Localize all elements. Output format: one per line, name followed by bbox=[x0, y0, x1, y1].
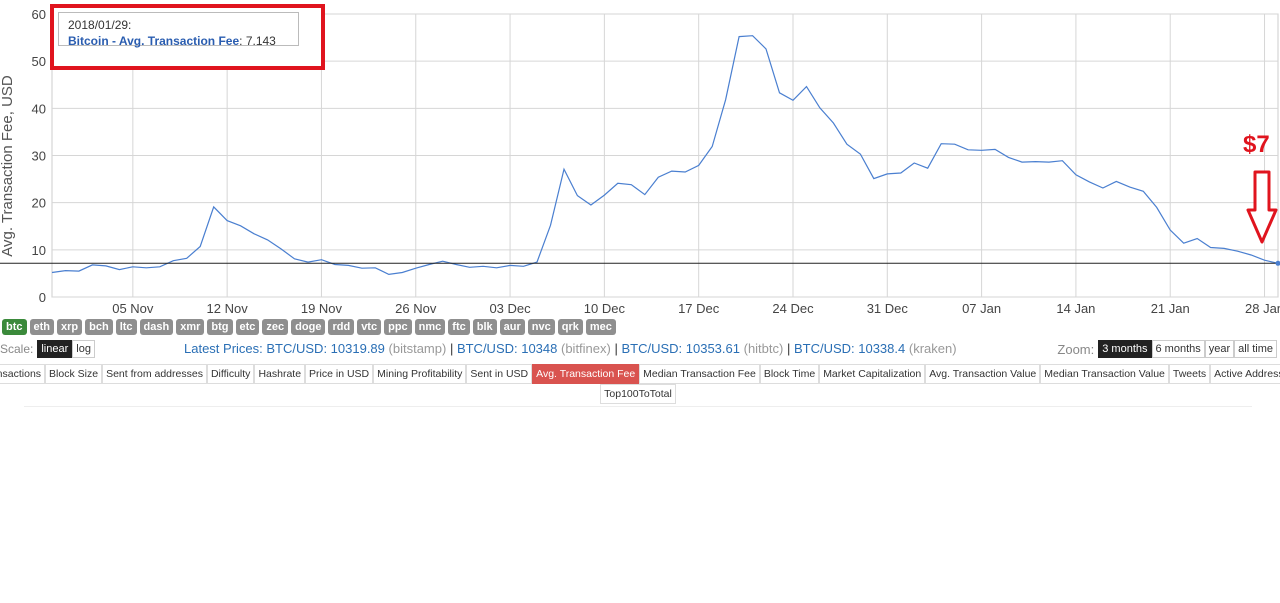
x-tick-label: 31 Dec bbox=[867, 301, 909, 316]
x-tick-label: 14 Jan bbox=[1056, 301, 1095, 316]
metric-tabs: TransactionsBlock SizeSent from addresse… bbox=[0, 364, 1280, 404]
coin-button-aur[interactable]: aur bbox=[499, 319, 525, 335]
coin-button-btg[interactable]: btg bbox=[207, 319, 233, 335]
coin-button-btc[interactable]: btc bbox=[2, 319, 27, 335]
zoom-selector: Zoom: 3 months 6 months year all time bbox=[1057, 340, 1277, 358]
metric-tab-difficulty[interactable]: Difficulty bbox=[206, 364, 255, 384]
coin-button-bch[interactable]: bch bbox=[85, 319, 113, 335]
coin-button-xrp[interactable]: xrp bbox=[57, 319, 83, 335]
metric-tab-median-transaction-value[interactable]: Median Transaction Value bbox=[1040, 364, 1169, 384]
zoom-label: Zoom: bbox=[1057, 341, 1095, 357]
zoom-3-months-button[interactable]: 3 months bbox=[1098, 340, 1152, 358]
metric-tab-avg-transaction-fee[interactable]: Avg. Transaction Fee bbox=[532, 364, 640, 384]
tooltip-colon: : bbox=[239, 34, 246, 48]
price-value[interactable]: BTC/USD: 10338.4 bbox=[794, 341, 905, 356]
tooltip-series-name: Bitcoin - Avg. Transaction Fee bbox=[68, 34, 240, 48]
coin-button-doge[interactable]: doge bbox=[291, 319, 326, 335]
price-annotation: $7 bbox=[1243, 131, 1270, 158]
coin-button-dash[interactable]: dash bbox=[139, 319, 174, 335]
tooltip-highlight-box: 2018/01/29: Bitcoin - Avg. Transaction F… bbox=[50, 4, 325, 70]
scale-label: Scale: bbox=[0, 342, 34, 356]
zoom-6-months-button[interactable]: 6 months bbox=[1151, 340, 1205, 358]
scale-linear-button[interactable]: linear bbox=[37, 340, 73, 358]
price-value[interactable]: BTC/USD: 10353.61 bbox=[621, 341, 740, 356]
price-separator: | bbox=[610, 341, 622, 356]
coin-button-rdd[interactable]: rdd bbox=[328, 319, 355, 335]
y-tick-label: 20 bbox=[32, 196, 46, 211]
zoom-year-button[interactable]: year bbox=[1204, 340, 1235, 358]
price-value[interactable]: BTC/USD: 10319.89 bbox=[266, 341, 385, 356]
coin-button-eth[interactable]: eth bbox=[29, 319, 54, 335]
metric-tab-transactions[interactable]: Transactions bbox=[0, 364, 46, 384]
tooltip-value: 7.143 bbox=[245, 34, 276, 48]
price-separator: | bbox=[446, 341, 457, 356]
coin-button-ppc[interactable]: ppc bbox=[384, 319, 412, 335]
metric-tab-block-time[interactable]: Block Time bbox=[759, 364, 820, 384]
metric-tab-avg-transaction-value[interactable]: Avg. Transaction Value bbox=[925, 364, 1041, 384]
latest-prices: Latest Prices: BTC/USD: 10319.89 (bitsta… bbox=[184, 341, 957, 356]
x-tick-label: 21 Jan bbox=[1151, 301, 1190, 316]
y-axis-label: Avg. Transaction Fee, USD bbox=[0, 75, 16, 257]
x-tick-label: 28 Jan bbox=[1245, 301, 1280, 316]
metric-tab-price-in-usd[interactable]: Price in USD bbox=[305, 364, 374, 384]
tooltip-date: 2018/01/29: bbox=[68, 18, 132, 32]
x-tick-label: 10 Dec bbox=[584, 301, 626, 316]
metric-tab-block-size[interactable]: Block Size bbox=[45, 364, 103, 384]
x-tick-label: 19 Nov bbox=[301, 301, 343, 316]
scale-selector: Scale: linear log bbox=[0, 340, 95, 358]
y-tick-label: 30 bbox=[32, 149, 46, 164]
y-tick-label: 0 bbox=[39, 290, 46, 305]
y-tick-label: 40 bbox=[32, 101, 46, 116]
metric-tab-mining-profitability[interactable]: Mining Profitability bbox=[373, 364, 467, 384]
metric-tab-market-capitalization[interactable]: Market Capitalization bbox=[819, 364, 926, 384]
x-tick-label: 12 Nov bbox=[207, 301, 249, 316]
coin-button-ftc[interactable]: ftc bbox=[448, 319, 470, 335]
y-tick-label: 10 bbox=[32, 243, 46, 258]
price-separator: | bbox=[783, 341, 794, 356]
metric-tab-top100tototal[interactable]: Top100ToTotal bbox=[600, 384, 676, 404]
coin-button-qrk[interactable]: qrk bbox=[557, 319, 583, 335]
chart-area[interactable]: 0 10 20 30 40 50 60 05 Nov 12 Nov 19 Nov 26 Nov 03… bbox=[0, 0, 1280, 320]
coin-button-mec[interactable]: mec bbox=[585, 319, 616, 335]
coin-button-ltc[interactable]: ltc bbox=[115, 319, 137, 335]
zoom-all-time-button[interactable]: all time bbox=[1234, 340, 1277, 358]
coin-button-blk[interactable]: blk bbox=[472, 319, 497, 335]
y-tick-label: 50 bbox=[32, 54, 46, 69]
metric-tab-tweets[interactable]: Tweets bbox=[1168, 364, 1211, 384]
price-source: (hitbtc) bbox=[743, 341, 784, 356]
metric-tab-hashrate[interactable]: Hashrate bbox=[254, 364, 306, 384]
coin-button-vtc[interactable]: vtc bbox=[357, 319, 382, 335]
price-source: (bitstamp) bbox=[388, 341, 447, 356]
coin-button-xmr[interactable]: xmr bbox=[176, 319, 205, 335]
metric-tab-sent-from-addresses[interactable]: Sent from addresses bbox=[102, 364, 207, 384]
metric-tab-active-addresses[interactable]: Active Addresses bbox=[1210, 364, 1280, 384]
metric-tab-median-transaction-fee[interactable]: Median Transaction Fee bbox=[639, 364, 760, 384]
down-arrow-annotation bbox=[1246, 170, 1278, 244]
price-source: (kraken) bbox=[908, 341, 957, 356]
coin-button-zec[interactable]: zec bbox=[262, 319, 289, 335]
coin-button-nvc[interactable]: nvc bbox=[527, 319, 555, 335]
coin-selector: btc eth xrp bch ltc dash xmr btg etc zec doge rdd vt… bbox=[2, 319, 616, 335]
coin-button-etc[interactable]: etc bbox=[235, 319, 260, 335]
scale-log-button[interactable]: log bbox=[72, 340, 95, 358]
metric-tab-sent-in-usd[interactable]: Sent in USD bbox=[466, 364, 533, 384]
metric-tabs-row-2: Top100ToTotal bbox=[24, 384, 1252, 404]
metric-tabs-row-1: TransactionsBlock SizeSent from addresse… bbox=[0, 364, 1280, 384]
x-tick-label: 05 Nov bbox=[112, 301, 154, 316]
x-tick-label: 24 Dec bbox=[772, 301, 814, 316]
x-tick-label: 26 Nov bbox=[395, 301, 437, 316]
latest-prices-label: Latest Prices: bbox=[184, 341, 263, 356]
x-tick-label: 07 Jan bbox=[962, 301, 1001, 316]
coin-button-nmc[interactable]: nmc bbox=[414, 319, 446, 335]
x-tick-label: 17 Dec bbox=[678, 301, 720, 316]
price-source: (bitfinex) bbox=[561, 341, 611, 356]
y-tick-label: 60 bbox=[32, 7, 46, 22]
price-value[interactable]: BTC/USD: 10348 bbox=[457, 341, 557, 356]
tooltip: 2018/01/29: Bitcoin - Avg. Transaction F… bbox=[58, 12, 299, 48]
divider bbox=[24, 406, 1252, 407]
hover-point bbox=[1275, 260, 1280, 266]
x-tick-label: 03 Dec bbox=[489, 301, 531, 316]
